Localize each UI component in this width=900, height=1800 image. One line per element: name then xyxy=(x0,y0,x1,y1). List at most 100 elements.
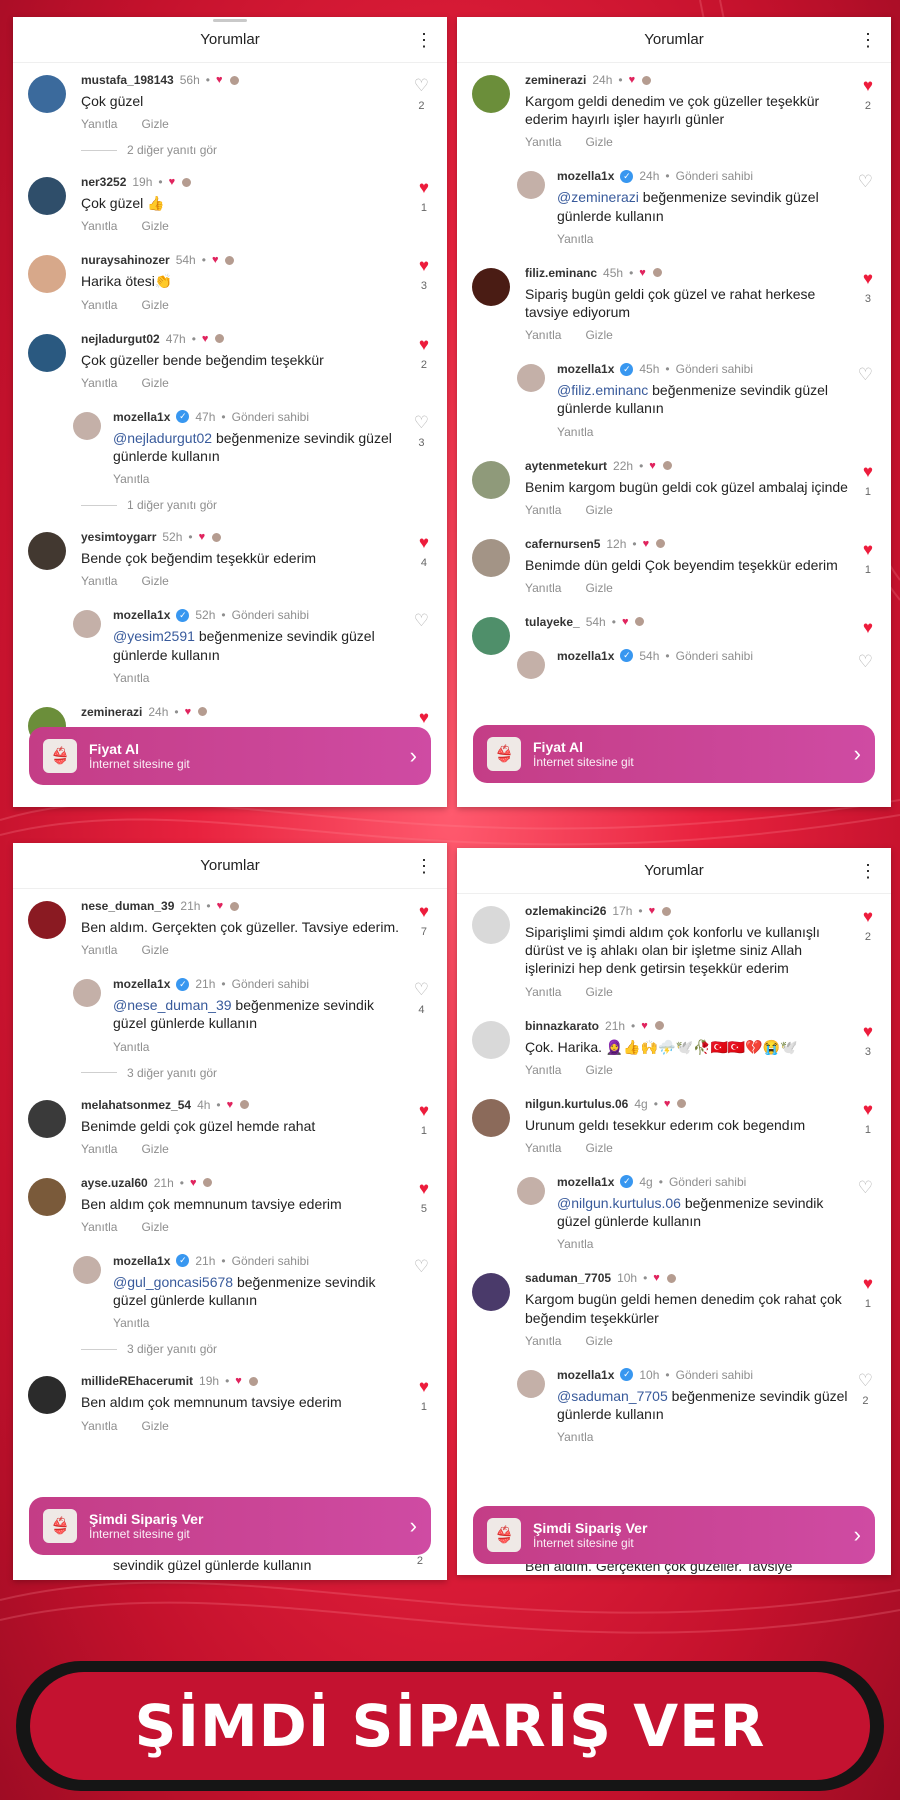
heart-icon[interactable]: ♡ xyxy=(858,1372,873,1389)
username[interactable]: mozella1x xyxy=(557,1175,614,1189)
avatar[interactable] xyxy=(28,75,66,113)
avatar[interactable] xyxy=(517,650,545,679)
heart-icon[interactable]: ♥ xyxy=(863,541,873,558)
reply-button[interactable]: Yanıtla xyxy=(557,1430,593,1444)
avatar[interactable] xyxy=(472,1020,510,1059)
see-more-replies-link[interactable]: 3 diğer yanıtı gör xyxy=(13,1340,447,1364)
username[interactable]: binnazkarato xyxy=(525,1019,599,1033)
hide-button[interactable]: Gizle xyxy=(585,135,612,149)
reply-button[interactable]: Yanıtla xyxy=(81,1220,117,1234)
username[interactable]: yesimtoygarr xyxy=(81,530,156,544)
heart-icon[interactable]: ♡ xyxy=(414,1258,429,1275)
cta-button[interactable]: 👙 Şimdi Sipariş Ver İnternet sitesine gi… xyxy=(29,1497,431,1555)
hide-button[interactable]: Gizle xyxy=(585,581,612,595)
mention-link[interactable]: @nejladurgut02 xyxy=(113,430,212,446)
reply-button[interactable]: Yanıtla xyxy=(113,1316,149,1330)
more-options-icon[interactable]: ⋮ xyxy=(415,857,433,875)
cta-button[interactable]: 👙 Şimdi Sipariş Ver İnternet sitesine gi… xyxy=(473,1506,875,1564)
heart-icon[interactable]: ♥ xyxy=(863,77,873,94)
avatar[interactable] xyxy=(472,267,510,306)
heart-icon[interactable]: ♥ xyxy=(863,619,873,636)
avatar[interactable] xyxy=(28,1177,66,1216)
username[interactable]: mozella1x xyxy=(113,977,170,991)
username[interactable]: ner3252 xyxy=(81,175,126,189)
see-more-replies-link[interactable]: 2 diğer yanıtı gör xyxy=(13,141,447,165)
mention-link[interactable]: @nese_duman_39 xyxy=(113,997,232,1013)
avatar[interactable] xyxy=(28,177,66,216)
heart-icon[interactable]: ♥ xyxy=(863,270,873,287)
reply-button[interactable]: Yanıtla xyxy=(81,574,117,588)
username[interactable]: tulayeke_ xyxy=(525,615,580,629)
avatar[interactable] xyxy=(472,1273,510,1312)
more-options-icon[interactable]: ⋮ xyxy=(859,862,877,880)
username[interactable]: mozella1x xyxy=(557,649,614,663)
username[interactable]: saduman_7705 xyxy=(525,1271,611,1285)
username[interactable]: millideREhacerumit xyxy=(81,1374,193,1388)
reply-button[interactable]: Yanıtla xyxy=(525,328,561,342)
reply-button[interactable]: Yanıtla xyxy=(113,671,149,685)
heart-icon[interactable]: ♡ xyxy=(414,612,429,629)
reply-button[interactable]: Yanıtla xyxy=(525,1334,561,1348)
heart-icon[interactable]: ♥ xyxy=(863,1275,873,1292)
hide-button[interactable]: Gizle xyxy=(585,1334,612,1348)
avatar[interactable] xyxy=(28,532,66,571)
username[interactable]: ayse.uzal60 xyxy=(81,1176,148,1190)
username[interactable]: ozlemakinci26 xyxy=(525,904,606,918)
hide-button[interactable]: Gizle xyxy=(141,219,168,233)
username[interactable]: cafernursen5 xyxy=(525,537,600,551)
heart-icon[interactable]: ♥ xyxy=(419,1180,429,1197)
avatar[interactable] xyxy=(472,1098,510,1137)
reply-button[interactable]: Yanıtla xyxy=(81,376,117,390)
avatar[interactable] xyxy=(73,411,101,440)
hide-button[interactable]: Gizle xyxy=(585,985,612,999)
hide-button[interactable]: Gizle xyxy=(585,1063,612,1077)
see-more-replies-link[interactable]: 3 diğer yanıtı gör xyxy=(13,1064,447,1088)
order-now-banner[interactable]: ŞİMDİ SİPARİŞ VER xyxy=(16,1661,884,1791)
avatar[interactable] xyxy=(472,906,510,944)
see-more-replies-link[interactable]: 1 diğer yanıtı gör xyxy=(13,496,447,520)
hide-button[interactable]: Gizle xyxy=(141,1419,168,1433)
more-options-icon[interactable]: ⋮ xyxy=(415,31,433,49)
cta-button[interactable]: 👙 Fiyat Al İnternet sitesine git › xyxy=(29,727,431,785)
heart-icon[interactable]: ♥ xyxy=(419,179,429,196)
heart-icon[interactable]: ♡ xyxy=(414,77,429,94)
heart-icon[interactable]: ♡ xyxy=(858,653,873,670)
reply-button[interactable]: Yanıtla xyxy=(81,1142,117,1156)
reply-button[interactable]: Yanıtla xyxy=(525,503,561,517)
reply-button[interactable]: Yanıtla xyxy=(525,985,561,999)
reply-button[interactable]: Yanıtla xyxy=(525,1141,561,1155)
avatar[interactable] xyxy=(472,460,510,499)
reply-button[interactable]: Yanıtla xyxy=(557,232,593,246)
heart-icon[interactable]: ♡ xyxy=(414,414,429,431)
reply-button[interactable]: Yanıtla xyxy=(113,472,149,486)
heart-icon[interactable]: ♥ xyxy=(863,1023,873,1040)
heart-icon[interactable]: ♡ xyxy=(858,173,873,190)
username[interactable]: aytenmetekurt xyxy=(525,459,607,473)
avatar[interactable] xyxy=(28,901,66,939)
username[interactable]: mozella1x xyxy=(113,410,170,424)
username[interactable]: zeminerazi xyxy=(81,705,142,719)
heart-icon[interactable]: ♥ xyxy=(419,709,429,726)
username[interactable]: nese_duman_39 xyxy=(81,899,174,913)
mention-link[interactable]: @filiz.eminanc xyxy=(557,382,648,398)
avatar[interactable] xyxy=(472,538,510,577)
username[interactable]: nilgun.kurtulus.06 xyxy=(525,1097,628,1111)
mention-link[interactable]: @gul_goncasi5678 xyxy=(113,1274,233,1290)
hide-button[interactable]: Gizle xyxy=(585,503,612,517)
reply-button[interactable]: Yanıtla xyxy=(81,117,117,131)
reply-button[interactable]: Yanıtla xyxy=(81,1419,117,1433)
hide-button[interactable]: Gizle xyxy=(585,328,612,342)
cta-button[interactable]: 👙 Fiyat Al İnternet sitesine git › xyxy=(473,725,875,783)
avatar[interactable] xyxy=(28,1376,66,1415)
avatar[interactable] xyxy=(517,1176,545,1205)
hide-button[interactable]: Gizle xyxy=(141,376,168,390)
heart-icon[interactable]: ♥ xyxy=(863,908,873,925)
heart-icon[interactable]: ♥ xyxy=(419,1378,429,1395)
hide-button[interactable]: Gizle xyxy=(141,943,168,957)
mention-link[interactable]: @saduman_7705 xyxy=(557,1388,668,1404)
username[interactable]: melahatsonmez_54 xyxy=(81,1098,191,1112)
reply-button[interactable]: Yanıtla xyxy=(81,943,117,957)
order-now-banner-inner[interactable]: ŞİMDİ SİPARİŞ VER xyxy=(30,1672,870,1780)
username[interactable]: zeminerazi xyxy=(525,73,586,87)
heart-icon[interactable]: ♥ xyxy=(419,257,429,274)
